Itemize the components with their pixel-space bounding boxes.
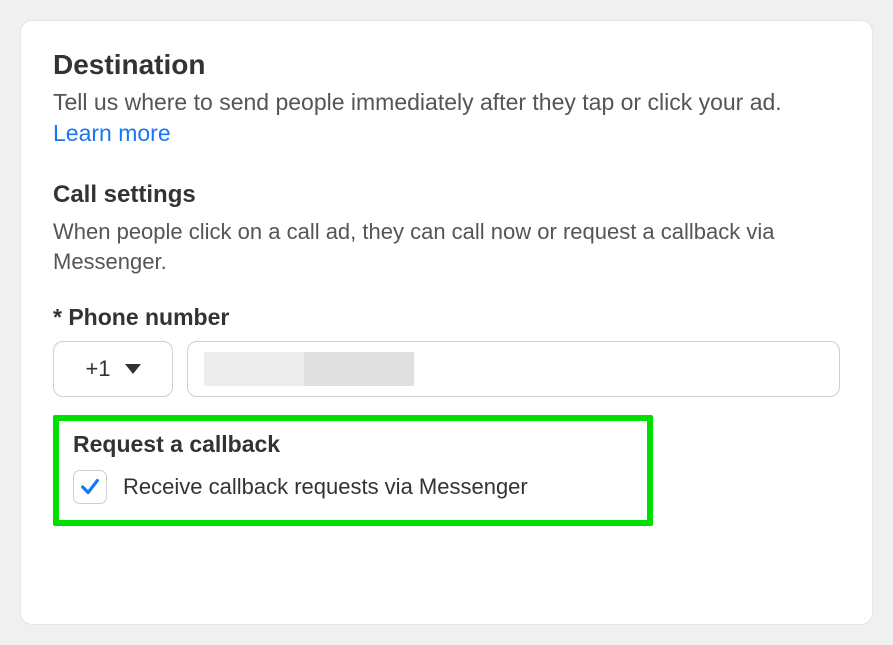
checkmark-icon [79, 476, 101, 498]
request-callback-title: Request a callback [73, 431, 633, 458]
destination-title: Destination [53, 49, 840, 81]
learn-more-link[interactable]: Learn more [53, 120, 171, 146]
destination-description: Tell us where to send people immediately… [53, 87, 840, 149]
country-code-value: +1 [85, 356, 110, 382]
callback-checkbox-row: Receive callback requests via Messenger [73, 470, 633, 504]
phone-number-label: * Phone number [53, 304, 840, 331]
phone-redacted-placeholder [204, 352, 414, 386]
destination-description-text: Tell us where to send people immediately… [53, 89, 782, 115]
destination-card: Destination Tell us where to send people… [20, 20, 873, 625]
request-callback-highlight: Request a callback Receive callback requ… [53, 415, 653, 526]
country-code-select[interactable]: +1 [53, 341, 173, 397]
chevron-down-icon [125, 364, 141, 374]
callback-checkbox-label: Receive callback requests via Messenger [123, 474, 528, 500]
phone-number-input[interactable] [187, 341, 840, 397]
callback-checkbox[interactable] [73, 470, 107, 504]
call-settings-title: Call settings [53, 181, 840, 209]
phone-number-row: +1 [53, 341, 840, 397]
call-settings-description: When people click on a call ad, they can… [53, 217, 840, 276]
